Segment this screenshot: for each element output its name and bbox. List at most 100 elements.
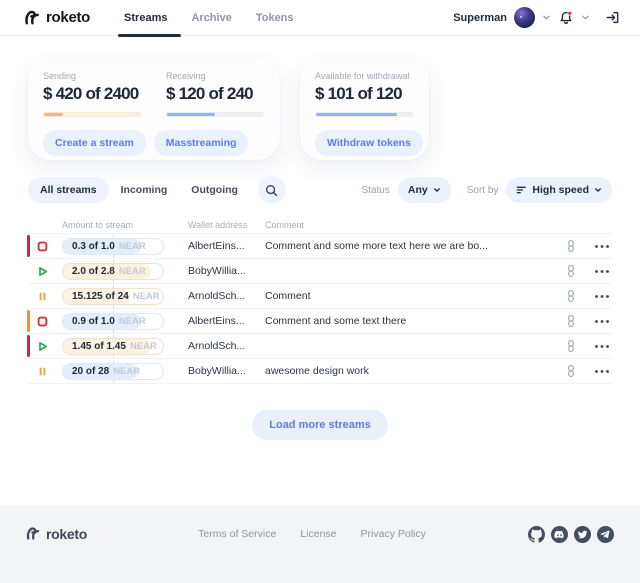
amount-progress-pill: 1.45 of 1.45 NEAR <box>62 338 164 355</box>
filter-tab-outgoing[interactable]: Outgoing <box>179 177 250 203</box>
filter-tab-all-streams[interactable]: All streams <box>28 177 109 203</box>
filter-right-controls: Status Any Sort by High speed <box>362 177 612 203</box>
nav-tab-tokens[interactable]: Tokens <box>244 0 306 36</box>
github-link[interactable] <box>527 525 545 543</box>
sort-dropdown-value: High speed <box>532 184 589 196</box>
token-label: NEAR <box>119 241 146 252</box>
stream-row[interactable]: 1.45 of 1.45 NEAR ArnoldSch... <box>28 334 612 359</box>
row-accent-bar <box>27 335 30 357</box>
footer-logo[interactable]: roketo <box>24 525 87 542</box>
user-name: Superman <box>453 12 507 24</box>
user-avatar[interactable] <box>514 7 535 28</box>
stream-link-button[interactable] <box>558 364 584 378</box>
app-page: roketo Streams Archive Tokens Superman <box>0 0 640 583</box>
stream-link-button[interactable] <box>558 289 584 303</box>
chevron-down-icon <box>542 14 551 21</box>
search-button[interactable] <box>258 176 286 204</box>
footer-social-links <box>527 525 614 543</box>
amount-progress-pill: 15.125 of 24 NEAR <box>62 288 164 305</box>
stream-menu-button[interactable] <box>584 244 612 249</box>
amount-text: 1.45 of 1.45 <box>72 341 126 352</box>
link-icon <box>566 264 576 278</box>
amount-text: 0.9 of 1.0 <box>72 316 115 327</box>
stream-menu-button[interactable] <box>584 319 612 324</box>
stream-row[interactable]: 2.0 of 2.8 NEAR BobyWillia... <box>28 259 612 284</box>
stream-row[interactable]: 0.9 of 1.0 NEAR AlbertEins... Comment an… <box>28 309 612 334</box>
nav-tab-tokens-label: Tokens <box>256 12 294 24</box>
top-navigation-bar: roketo Streams Archive Tokens Superman <box>0 0 640 36</box>
sending-progress-bar <box>43 112 141 117</box>
terms-of-service-link[interactable]: Terms of Service <box>198 528 276 540</box>
privacy-policy-link[interactable]: Privacy Policy <box>361 528 426 540</box>
sort-by-label: Sort by <box>467 185 499 196</box>
wallet-address: BobyWillia... <box>188 265 265 277</box>
discord-icon <box>551 526 568 543</box>
amount-text: 20 of 28 <box>72 366 109 377</box>
sign-out-button[interactable] <box>605 10 620 25</box>
stream-link-button[interactable] <box>558 314 584 328</box>
nav-tab-archive[interactable]: Archive <box>179 0 243 36</box>
twitter-icon <box>574 526 591 543</box>
token-label: NEAR <box>113 366 140 377</box>
stream-link-button[interactable] <box>558 264 584 278</box>
receiving-progress-fill <box>167 113 215 116</box>
sending-label: Sending <box>43 71 141 81</box>
withdrawal-progress-fill <box>316 113 397 116</box>
stream-menu-button[interactable] <box>584 269 612 274</box>
nav-tab-archive-label: Archive <box>191 12 231 24</box>
stream-row[interactable]: 15.125 of 24 NEAR ArnoldSch... Comment <box>28 284 612 309</box>
footer-brand-name: roketo <box>46 526 87 542</box>
sort-dropdown[interactable]: High speed <box>506 177 612 203</box>
notifications-menu-button[interactable] <box>581 14 590 21</box>
stream-comment: Comment <box>265 290 558 302</box>
notifications-button[interactable] <box>558 10 574 26</box>
filter-bar: All streams Incoming Outgoing Status Any… <box>0 160 640 204</box>
license-link[interactable]: License <box>300 528 336 540</box>
ellipsis-icon <box>594 344 610 349</box>
table-header: Amount to stream Wallet address Comment <box>28 217 612 234</box>
withdrawal-progress-bar <box>315 112 413 117</box>
streams-summary-card: Sending $ 420 of 2400 Receiving $ 120 of… <box>28 58 280 160</box>
stream-menu-button[interactable] <box>584 344 612 349</box>
chevron-down-icon <box>581 14 590 21</box>
filter-tab-outgoing-label: Outgoing <box>191 184 238 196</box>
create-stream-button[interactable]: Create a stream <box>43 130 146 156</box>
stream-menu-button[interactable] <box>584 294 612 299</box>
masstreaming-button[interactable]: Masstreaming <box>154 130 249 156</box>
token-label: NEAR <box>119 316 146 327</box>
stream-row[interactable]: 20 of 28 NEAR BobyWillia... awesome desi… <box>28 359 612 384</box>
amount-progress-pill: 0.9 of 1.0 NEAR <box>62 313 164 330</box>
stream-menu-button[interactable] <box>584 369 612 374</box>
wallet-address: ArnoldSch... <box>188 340 265 352</box>
stream-link-button[interactable] <box>558 239 584 253</box>
filter-tab-incoming[interactable]: Incoming <box>109 177 180 203</box>
col-comment: Comment <box>265 220 558 230</box>
withdraw-tokens-button[interactable]: Withdraw tokens <box>315 130 423 156</box>
stream-comment: Comment and some more text here we are b… <box>265 240 558 252</box>
sort-icon <box>516 185 527 195</box>
discord-link[interactable] <box>550 525 568 543</box>
pause-icon <box>37 291 62 302</box>
telegram-link[interactable] <box>596 525 614 543</box>
status-dropdown[interactable]: Any <box>398 177 451 203</box>
nav-tab-streams-label: Streams <box>124 12 167 24</box>
stop-icon <box>37 241 62 252</box>
stream-row[interactable]: 0.3 of 1.0 NEAR AlbertEins... Comment an… <box>28 234 612 259</box>
ellipsis-icon <box>594 294 610 299</box>
chevron-down-icon <box>594 187 602 193</box>
receiving-metric: Receiving $ 120 of 240 <box>166 71 264 117</box>
token-label: NEAR <box>133 291 160 302</box>
account-menu-button[interactable] <box>542 14 551 21</box>
nav-tab-streams[interactable]: Streams <box>112 0 179 36</box>
bell-icon <box>558 10 574 26</box>
withdrawal-metric: Available for withdrawal $ 101 of 120 <box>315 71 413 117</box>
link-icon <box>566 289 576 303</box>
stream-link-button[interactable] <box>558 339 584 353</box>
stream-comment: Comment and some text there <box>265 315 558 327</box>
wallet-address: AlbertEins... <box>188 315 265 327</box>
token-label: NEAR <box>119 266 146 277</box>
roketo-logo[interactable]: roketo <box>22 8 90 27</box>
twitter-link[interactable] <box>573 525 591 543</box>
load-more-button[interactable]: Load more streams <box>252 410 387 440</box>
ellipsis-icon <box>594 269 610 274</box>
